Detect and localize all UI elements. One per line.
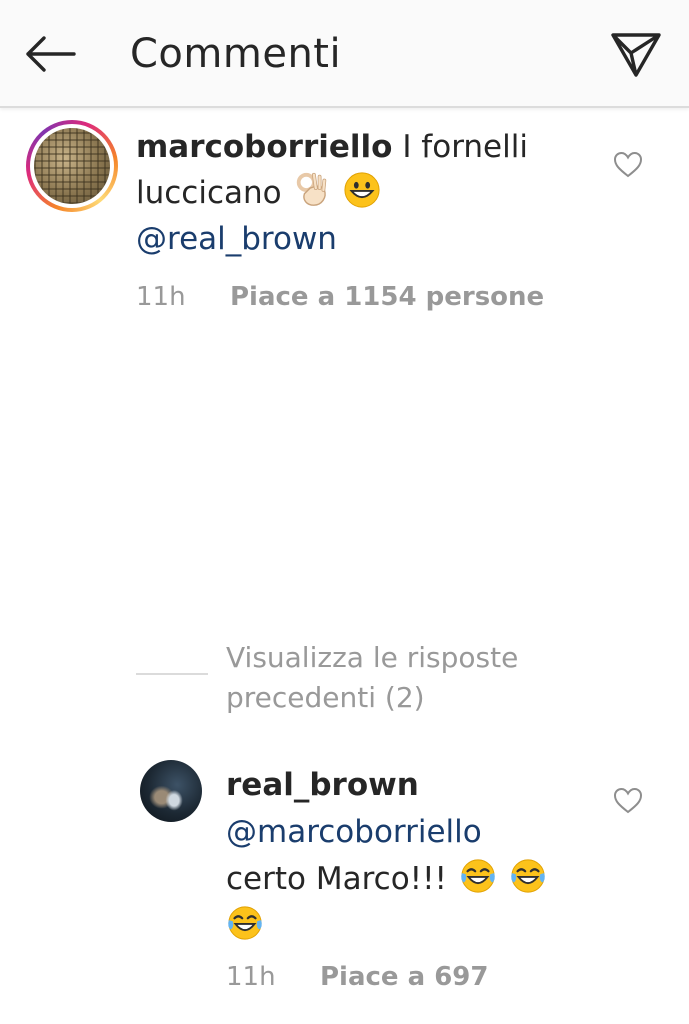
comment-mention[interactable]: @real_brown: [136, 221, 337, 257]
header-bar: Commenti: [0, 0, 689, 108]
comment-time: 11h: [136, 282, 186, 312]
comment-username[interactable]: marcoborriello: [136, 129, 392, 165]
back-button[interactable]: [18, 28, 82, 80]
view-previous-replies-button[interactable]: Visualizza le risposte precedenti (2): [226, 638, 586, 718]
tears-of-joy-emoji-icon: [228, 906, 262, 940]
ok-hand-emoji-icon: [297, 172, 327, 206]
page-title: Commenti: [130, 31, 342, 77]
reply-text: certo Marco!!!: [226, 861, 447, 897]
reply-time: 11h: [226, 962, 276, 992]
tears-of-joy-emoji-icon: [510, 859, 545, 893]
reply-body: real_brown @marcoborriello certo Marco!!…: [226, 762, 606, 950]
avatar: [34, 128, 110, 204]
send-paper-plane-icon: [611, 33, 661, 77]
comment-body: marcoborriello I fornelli luccicano @rea…: [136, 124, 576, 262]
send-button[interactable]: [604, 24, 668, 84]
reply-mention[interactable]: @marcoborriello: [226, 814, 482, 850]
tears-of-joy-emoji-icon: [461, 859, 495, 893]
avatar-real-brown[interactable]: [140, 760, 202, 822]
grinning-sweat-emoji-icon: [344, 172, 380, 208]
heart-like-icon[interactable]: [613, 150, 643, 180]
avatar-marcoborriello-story-ring[interactable]: [26, 120, 118, 212]
reply-likes-link[interactable]: Piace a 697: [320, 962, 488, 992]
replies-divider: [136, 673, 208, 675]
heart-like-icon[interactable]: [613, 786, 643, 816]
arrow-left-icon: [26, 36, 76, 72]
comment-likes-link[interactable]: Piace a 1154 persone: [230, 282, 544, 312]
reply-username[interactable]: real_brown: [226, 767, 419, 803]
